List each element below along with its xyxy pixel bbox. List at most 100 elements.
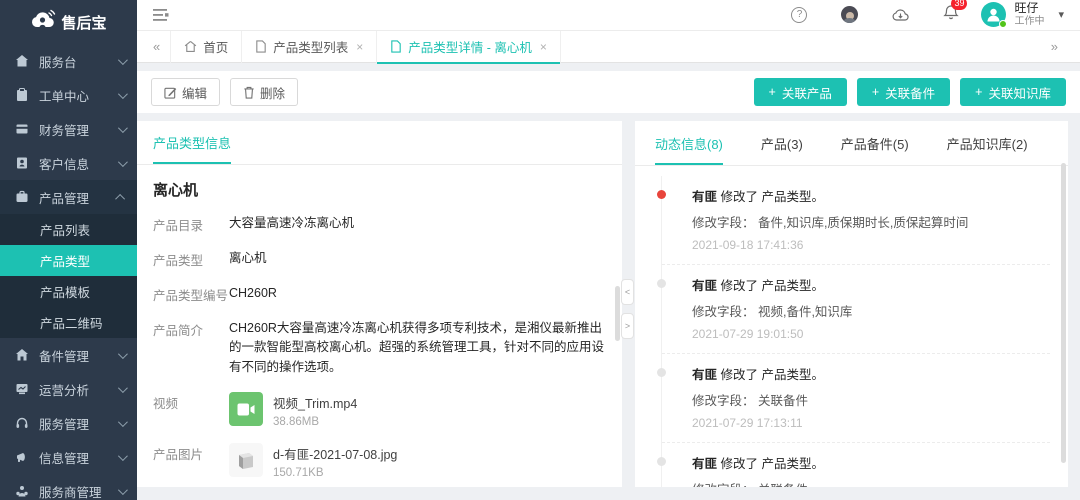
timeline-headline: 有匪 修改了 产品类型。 [692,275,1046,294]
sidebar-item-customers[interactable]: 客户信息 [0,146,137,180]
notifications-bell[interactable]: 39 [943,4,959,26]
brand-logo: 售后宝 [0,0,137,44]
sidebar: 售后宝 服务台 工单中心 财务管理 客户信息 产品管理 [0,0,137,500]
activity-timeline: 有匪 修改了 产品类型。 修改字段： 备件,知识库,质保期时长,质保起算时间 2… [661,176,1050,487]
link-product-button[interactable]: + 关联产品 [754,78,847,106]
right-panel-scrollbar[interactable] [1061,163,1066,463]
tab-product-knowledge-base[interactable]: 产品知识库(2) [947,134,1028,165]
cloud-logo-icon [30,9,56,35]
sidebar-subitem-label: 产品列表 [40,220,90,239]
tabs-scroll-left[interactable]: « [143,39,170,54]
close-icon[interactable]: × [540,40,547,54]
sidebar-subitem-product-list[interactable]: 产品列表 [0,214,137,245]
page-title: 离心机 [153,179,606,200]
field-label: 产品类型 [153,249,229,269]
clipboard-icon [15,88,30,103]
timeline-entry: 有匪 修改了 产品类型。 修改字段： 视频,备件,知识库 2021-07-29 … [662,265,1050,354]
plus-icon: + [769,85,776,99]
megaphone-icon [15,450,30,465]
left-panel-scrollbar[interactable] [615,286,620,341]
sidebar-item-label: 财务管理 [39,120,89,139]
status-dot [999,20,1007,28]
action-text: 修改了 产品类型。 [721,457,824,471]
sidebar-subitem-product-type[interactable]: 产品类型 [0,245,137,276]
sidebar-subitem-product-template[interactable]: 产品模板 [0,276,137,307]
user-name: 旺仔 [1014,2,1044,16]
topbar: ? 39 旺仔 工作中 [137,0,1080,31]
sidebar-item-finance[interactable]: 财务管理 [0,112,137,146]
link-spare-part-button[interactable]: + 关联备件 [857,78,950,106]
panel-expand-handle[interactable]: > [621,313,634,339]
timeline-entry: 有匪 修改了 产品类型。 修改字段： 备件,知识库,质保期时长,质保起算时间 2… [662,176,1050,265]
chevron-down-icon [118,89,128,99]
sidebar-item-service-mgmt[interactable]: 服务管理 [0,406,137,440]
sidebar-item-info-mgmt[interactable]: 信息管理 [0,440,137,474]
home-icon [184,40,197,53]
product-image-list: d-有匪-2021-07-08.jpg 150.71KB b-有匪-2021-0… [229,443,399,487]
video-thumbnail-icon [229,392,263,426]
document-icon [255,40,267,53]
sidebar-item-operations-analytics[interactable]: 运营分析 [0,372,137,406]
edit-button[interactable]: 编辑 [151,78,220,106]
timestamp: 2021-07-29 17:13:11 [692,416,1046,430]
cloud-release-icon[interactable] [892,8,909,22]
tabs-scroll-right[interactable]: » [1041,39,1068,54]
chevron-down-icon [118,349,128,359]
sidebar-subitem-product-qrcode[interactable]: 产品二维码 [0,307,137,338]
file-meta: d-有匪-2021-07-08.jpg 150.71KB [273,443,397,479]
topbar-right-cluster: ? 39 旺仔 工作中 [791,2,1064,27]
user-menu[interactable]: 旺仔 工作中 ▾ [981,2,1064,27]
main-area: ? 39 旺仔 工作中 [137,0,1080,500]
sidebar-item-label: 产品管理 [39,188,89,207]
sidebar-fold-icon[interactable] [153,9,169,22]
sidebar-item-label: 信息管理 [39,448,89,467]
field-label: 产品类型编号 [153,284,229,304]
timeline-headline: 有匪 修改了 产品类型。 [692,453,1046,472]
panels: 产品类型信息 离心机 产品目录 大容量高速冷冻离心机 产品类型 离心机 [137,121,1068,487]
image-file[interactable]: d-有匪-2021-07-08.jpg 150.71KB [229,443,399,479]
users-network-icon [15,484,30,499]
link-knowledge-base-button[interactable]: + 关联知识库 [960,78,1066,106]
activity-panel: 动态信息(8) 产品(3) 产品备件(5) 产品知识库(2) 有匪 修改了 产品… [635,121,1068,487]
plus-icon: + [872,85,879,99]
sidebar-item-work-orders[interactable]: 工单中心 [0,78,137,112]
support-agent-icon[interactable] [841,6,858,23]
sidebar-item-service-desk[interactable]: 服务台 [0,44,137,78]
timeline-entry: 有匪 修改了 产品类型。 修改字段： 关联备件 2021-07-29 17:12… [662,443,1050,487]
user-meta: 旺仔 工作中 [1014,2,1044,27]
sidebar-item-product-mgmt[interactable]: 产品管理 [0,180,137,214]
sidebar-item-label: 服务管理 [39,414,89,433]
action-text: 修改了 产品类型。 [721,190,824,204]
briefcase-icon [15,190,30,205]
left-panel-header: 产品类型信息 [137,121,622,165]
panel-collapse-handle[interactable]: < [621,279,634,305]
tab-product-spare-parts[interactable]: 产品备件(5) [841,134,909,165]
help-icon[interactable]: ? [791,7,807,23]
tab-home[interactable]: 首页 [170,31,241,63]
tab-label: 产品类型列表 [273,37,348,56]
sidebar-subitem-label: 产品模板 [40,282,90,301]
video-file[interactable]: 视频_Trim.mp4 38.86MB [229,392,357,428]
timeline-dot [657,457,666,466]
tab-product-type-info[interactable]: 产品类型信息 [153,133,231,164]
tab-products[interactable]: 产品(3) [761,134,803,165]
user-avatar [981,2,1006,27]
delete-button[interactable]: 删除 [230,78,298,106]
field-label: 产品图片 [153,443,229,487]
sidebar-item-vendor-mgmt[interactable]: 服务商管理 [0,474,137,500]
sidebar-item-label: 工单中心 [39,86,89,105]
file-size: 150.71KB [273,467,397,479]
sidebar-item-label: 服务商管理 [39,482,102,500]
close-icon[interactable]: × [356,40,363,54]
edit-button-label: 编辑 [182,83,207,102]
right-panel-tabs: 动态信息(8) 产品(3) 产品备件(5) 产品知识库(2) [635,121,1068,166]
changed-fields: 修改字段： 视频,备件,知识库 [692,301,1046,320]
tab-activity[interactable]: 动态信息(8) [655,134,723,165]
user-status: 工作中 [1014,16,1044,28]
tab-product-type-detail[interactable]: 产品类型详情 - 离心机 × [376,31,561,63]
tab-product-type-list[interactable]: 产品类型列表 × [241,31,376,63]
chevron-down-icon [118,451,128,461]
sidebar-item-spare-parts[interactable]: 备件管理 [0,338,137,372]
actor-name: 有匪 [692,368,717,382]
field-value: 大容量高速冷冻离心机 [229,214,354,234]
